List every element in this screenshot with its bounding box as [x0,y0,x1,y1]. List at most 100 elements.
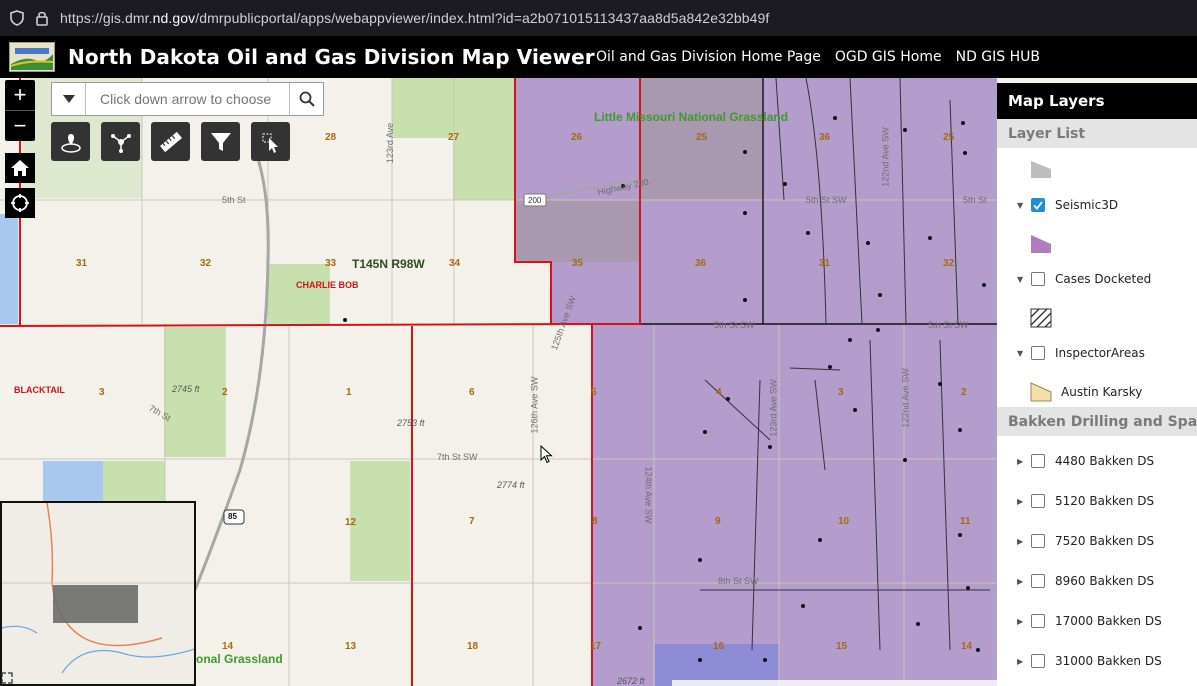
section-label: 7 [469,516,475,527]
search-button[interactable] [289,83,323,115]
elevation-label: 2672 ft [617,676,645,686]
legend-swatch-tan [1030,382,1052,402]
route-shield-label: 85 [228,512,237,521]
layer-label: 5120 Bakken DS [1055,494,1155,508]
zoom-out-button[interactable]: − [5,110,35,141]
street-label: 5th St [963,195,987,205]
link-ogd-gis-home[interactable]: OGD GIS Home [835,49,942,65]
search-widget [51,82,324,116]
caret-right-icon[interactable]: ▶ [1017,537,1025,546]
section-label: 5 [591,387,597,398]
section-label: 32 [200,258,212,269]
street-label: 126th Ave SW [529,376,540,434]
shield-icon[interactable] [9,10,25,26]
section-label: 4 [716,387,722,398]
layer-checkbox[interactable] [1031,454,1045,468]
filter-tool-button[interactable] [201,122,240,161]
section-label: 26 [571,132,583,143]
street-label: 123rd Ave SW [768,379,779,437]
zoom-in-button[interactable]: + [5,80,35,110]
select-tool-button[interactable] [251,122,290,161]
layer-checkbox[interactable] [1031,614,1045,628]
layer-checkbox[interactable] [1031,272,1045,286]
layer-row-bakken[interactable]: ▶ 31000 Bakken DS [997,646,1197,676]
filter-icon [210,132,231,151]
section-label: 2 [222,387,228,398]
mouse-cursor-icon [540,445,553,464]
select-icon [262,133,278,153]
locate-tool-button[interactable] [51,122,90,161]
street-label: 5th St [222,195,246,205]
layer-row-bakken[interactable]: ▶ 8960 Bakken DS [997,566,1197,596]
caret-down-icon[interactable]: ▼ [1017,201,1025,210]
street-label: 123rd Ave [385,122,396,164]
url-text[interactable]: https://gis.dmr.nd.gov/dmrpublicportal/a… [60,10,769,26]
locate-button[interactable] [5,188,35,218]
section-label: 32 [943,258,955,269]
legend-swatch-hatched [1030,308,1052,328]
link-ogd-home-page[interactable]: Oil and Gas Division Home Page [596,49,821,65]
app-logo-icon [9,42,55,72]
map-layers-panel: Map Layers Layer List ▼ Seismic3D ▼ Case… [997,83,1197,686]
elevation-label: 2745 ft [172,384,200,394]
home-button[interactable] [5,153,35,183]
layer-label: 8960 Bakken DS [1055,574,1155,588]
caret-right-icon[interactable]: ▶ [1017,617,1025,626]
layer-checkbox[interactable] [1031,574,1045,588]
section-label: 31 [819,258,831,269]
section-label: 14 [961,641,973,652]
search-input[interactable] [98,90,292,108]
layer-checkbox[interactable] [1031,494,1045,508]
ruler-icon [159,131,182,152]
section-label: 28 [325,132,337,143]
chevron-down-icon [62,95,75,103]
draw-tool-button[interactable] [101,122,140,161]
expand-icon[interactable] [1,672,13,684]
link-nd-gis-hub[interactable]: ND GIS HUB [956,49,1040,65]
caret-right-icon[interactable]: ▶ [1017,457,1025,466]
street-label: 8th St SW [718,576,759,586]
grassland-label: Little Missouri National Grassland [594,110,789,124]
caret-down-icon[interactable]: ▼ [1017,275,1025,284]
grassland-label-bottom: onal Grassland [196,652,283,666]
caret-right-icon[interactable]: ▶ [1017,577,1025,586]
caret-down-icon[interactable]: ▼ [1017,349,1025,358]
section-label: 31 [76,258,88,269]
layer-label: Cases Docketed [1055,272,1152,286]
layer-row-bakken[interactable]: ▶ 4480 Bakken DS [997,446,1197,476]
street-label: 7th St SW [437,452,478,462]
legend-swatch-purple [1031,235,1051,253]
layer-list-heading: Layer List [997,119,1197,148]
place-label-blacktail: BLACKTAIL [14,385,65,395]
overview-map-graphic [2,503,194,674]
app-header: North Dakota Oil and Gas Division Map Vi… [0,36,1197,78]
place-label-charlie-bob: CHARLIE BOB [296,280,359,290]
section-label: 14 [222,641,234,652]
layer-row-bakken[interactable]: ▶ 7520 Bakken DS [997,526,1197,556]
app-title: North Dakota Oil and Gas Division Map Vi… [68,45,595,69]
elevation-label: 2774 ft [497,480,525,490]
layer-row-bakken[interactable]: ▶ 5120 Bakken DS [997,486,1197,516]
map-attribution [672,680,997,686]
layer-row-seismic3d[interactable]: ▼ Seismic3D [997,190,1197,220]
search-source-dropdown[interactable] [52,83,86,115]
section-label: 3 [838,387,844,398]
layer-row-cases-docketed[interactable]: ▼ Cases Docketed [997,264,1197,294]
layer-checkbox[interactable] [1031,198,1045,212]
layer-checkbox[interactable] [1031,346,1045,360]
layer-checkbox[interactable] [1031,654,1045,668]
lock-icon[interactable] [34,10,50,26]
layer-row-bakken[interactable]: ▶ 17000 Bakken DS [997,606,1197,636]
layer-checkbox[interactable] [1031,534,1045,548]
overview-map[interactable] [0,501,196,686]
section-label: 1 [346,387,352,398]
browser-url-bar[interactable]: https://gis.dmr.nd.gov/dmrpublicportal/a… [0,0,1197,36]
measure-tool-button[interactable] [151,122,190,161]
caret-right-icon[interactable]: ▶ [1017,657,1025,666]
street-label: 122nd Ave SW [900,368,911,428]
caret-right-icon[interactable]: ▶ [1017,497,1025,506]
layer-row-inspector-areas[interactable]: ▼ InspectorAreas [997,338,1197,368]
section-label: 13 [345,641,357,652]
section-label: 3 [99,387,105,398]
layer-label: InspectorAreas [1055,346,1145,360]
